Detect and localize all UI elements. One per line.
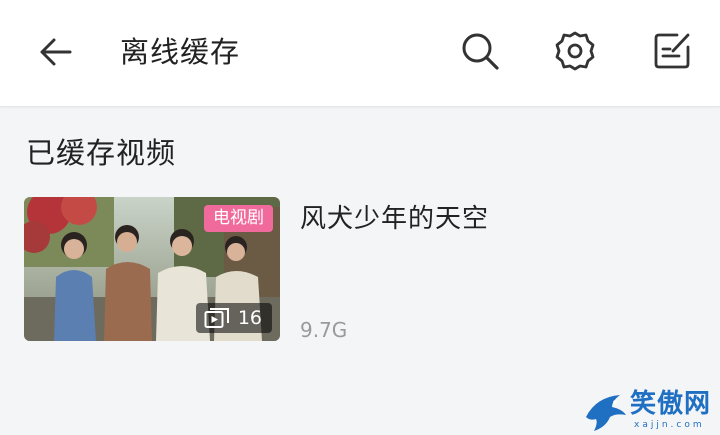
watermark-domain: xajjn.com [634,420,705,430]
watermark-brand: 笑傲网 [630,389,712,419]
video-thumbnail[interactable]: 电视剧 16 [24,197,280,341]
gear-icon [555,31,595,71]
edit-icon [654,33,690,69]
search-icon [462,33,499,70]
watermark: 笑傲网 xajjn.com [580,385,720,435]
shark-logo-icon [586,395,626,431]
page-title: 离线缓存 [120,35,241,69]
video-size: 9.7G [300,318,348,342]
back-button[interactable] [36,32,76,72]
episode-count: 16 [237,307,262,329]
section-title: 已缓存视频 [26,136,177,170]
play-list-icon [204,308,229,328]
top-bar: 离线缓存 [0,0,720,107]
episode-count-badge: 16 [195,303,272,333]
back-arrow-icon [40,38,72,66]
category-badge: 电视剧 [204,205,273,232]
cached-video-item[interactable]: 电视剧 16 风犬少年的天空 9.7G [24,197,704,343]
video-title[interactable]: 风犬少年的天空 [300,201,489,237]
edit-button[interactable] [651,30,693,72]
settings-button[interactable] [554,30,596,72]
search-button[interactable] [459,30,501,72]
